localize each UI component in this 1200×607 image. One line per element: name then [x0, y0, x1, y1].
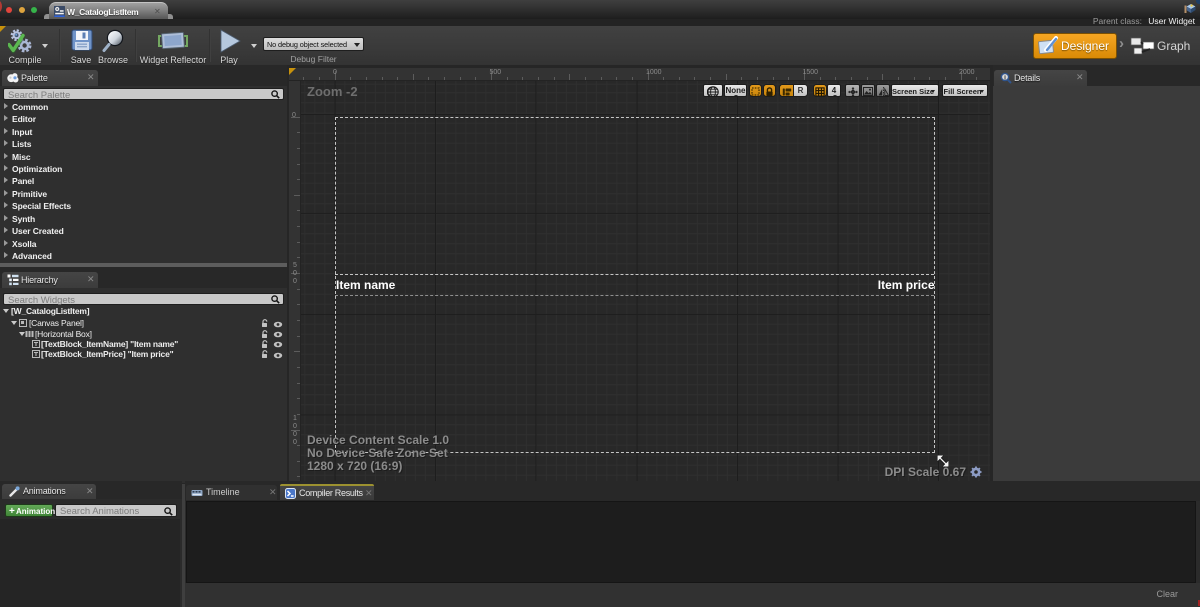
svg-text:i: i: [1004, 74, 1006, 81]
